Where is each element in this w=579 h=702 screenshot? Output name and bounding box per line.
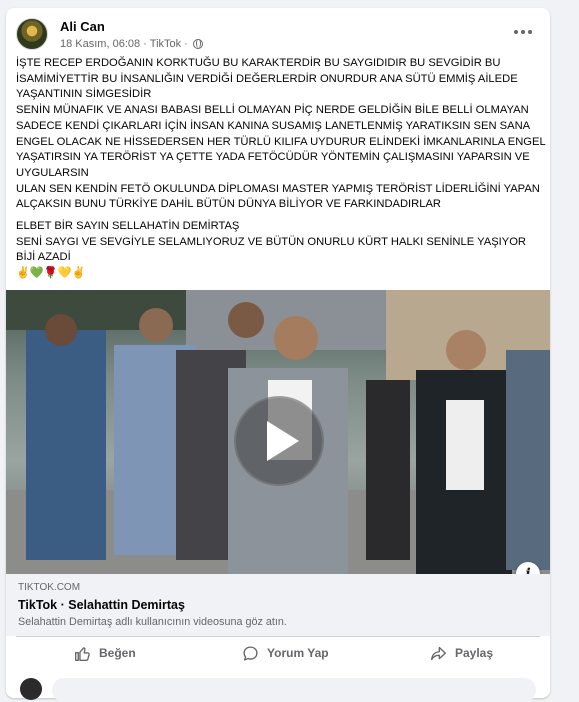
comment-icon: [243, 645, 258, 661]
play-icon: [267, 421, 299, 461]
like-label: Beğen: [99, 646, 136, 660]
meta-separator: ·: [143, 38, 147, 50]
video-thumbnail[interactable]: [6, 290, 550, 574]
post-text-line: İSAMİMİYETTİR BU İNSANLIĞIN VERDİĞİ DEĞE…: [16, 72, 518, 85]
link-description: Selahattin Demirtaş adlı kullanıcının vi…: [18, 616, 287, 628]
post-text-line: SENİN MÜNAFIK VE ANASI BABASI BELLİ OLMA…: [16, 104, 529, 117]
post-text: İŞTE RECEP ERDOĞANIN KORKTUĞU BU KARAKTE…: [16, 56, 546, 282]
post-actions: Beğen Yorum Yap Paylaş: [16, 636, 540, 666]
post-text-line: ULAN SEN KENDİN FETÖ OKULUNDA DİPLOMASI …: [16, 182, 540, 195]
play-button[interactable]: [234, 396, 324, 486]
link-domain: TIKTOK.COM: [18, 582, 81, 593]
globe-icon: [192, 39, 203, 49]
meta-separator-2: ·: [184, 38, 188, 50]
post-text-line: ENGEL OLACAK NE HİSSEDERSEN HER TÜRLÜ KI…: [16, 135, 546, 148]
post-text-line: BİJİ AZADİ: [16, 251, 71, 264]
post-text-line: İŞTE RECEP ERDOĞANIN KORKTUĞU BU KARAKTE…: [16, 57, 501, 69]
author-avatar[interactable]: [16, 18, 48, 50]
emoji-line: ✌️💚🌹💛✌️: [16, 267, 86, 280]
post-source: TikTok: [149, 38, 182, 50]
like-button[interactable]: Beğen: [74, 641, 136, 665]
post-text-line: SENİ SAYGI VE SEVGİYLE SELAMLIYORUZ VE B…: [16, 235, 527, 248]
share-button[interactable]: Paylaş: [430, 641, 493, 665]
post-date[interactable]: 18 Kasım, 06:08: [60, 38, 140, 50]
viewer-avatar: [20, 678, 42, 700]
comment-input[interactable]: [52, 678, 536, 702]
comment-label: Yorum Yap: [267, 646, 329, 660]
post-text-line: UYGULARSIN: [16, 166, 89, 179]
post-text-line: ELBET BİR SAYIN SELLAHATİN DEMİRTAŞ: [16, 220, 240, 233]
link-title[interactable]: TikTok · Selahattin Demirtaş: [18, 598, 185, 612]
post-text-line: SADECE KENDİ ÇIKARLARI İÇİN İNSAN KANINA…: [16, 119, 531, 132]
comment-composer: [16, 676, 540, 702]
share-icon: [431, 646, 446, 660]
share-label: Paylaş: [455, 646, 494, 660]
author-name[interactable]: Ali Can: [60, 19, 105, 34]
post-text-line: YAŞANTININ SİMGESİDİR: [16, 88, 152, 101]
link-preview[interactable]: TIKTOK.COM TikTok · Selahattin Demirtaş …: [6, 574, 550, 636]
post-meta: 18 Kasım, 06:08 · TikTok ·: [60, 38, 203, 50]
more-options-icon[interactable]: [510, 22, 536, 42]
post-header: Ali Can 18 Kasım, 06:08 · TikTok ·: [16, 18, 540, 58]
post-card: Ali Can 18 Kasım, 06:08 · TikTok · İŞTE …: [6, 8, 550, 702]
comment-button[interactable]: Yorum Yap: [242, 641, 329, 665]
post-text-line: YAŞATIRSIN YA TERÖRİST YA ÇETTE YADA FET…: [16, 151, 530, 164]
post-text-line: ALÇAKSIN BUNU TÜRKİYE DAHİL BÜTÜN DÜNYA …: [16, 198, 442, 211]
thumbs-up-icon: [75, 646, 90, 661]
